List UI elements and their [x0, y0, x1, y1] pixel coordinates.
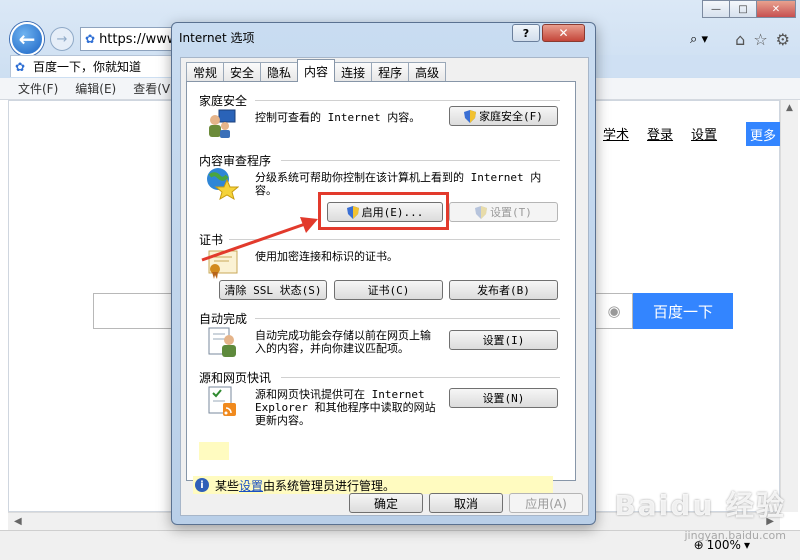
address-text: https://www [99, 31, 178, 47]
annotation-arrow [201, 217, 318, 262]
gear-icon[interactable]: ⚙ [776, 30, 790, 49]
feeds-description: 源和网页快讯提供可在 Internet Explorer 和其他程序中读取的网站… [255, 388, 436, 427]
divider [255, 318, 560, 319]
notice-suffix: 由系统管理员进行管理。 [263, 478, 396, 493]
uac-shield-icon [475, 205, 488, 219]
address-search-dropdown[interactable]: ⌕ ▾ [598, 27, 708, 51]
cancel-button[interactable]: 取消 [429, 493, 503, 513]
dialog-close-button[interactable]: ✕ [542, 24, 585, 42]
nav-link-settings[interactable]: 设置 [691, 124, 717, 143]
feeds-settings-button[interactable]: 设置(N) [449, 388, 558, 408]
dialog-title: Internet 选项 [179, 31, 255, 45]
scroll-left-arrow-icon[interactable]: ◀ [14, 516, 22, 527]
divider [281, 160, 560, 161]
publishers-button[interactable]: 发布者(B) [449, 280, 558, 300]
tab-programs[interactable]: 程序 [371, 62, 410, 82]
tab-strip-background [598, 55, 800, 77]
favorites-star-icon[interactable]: ☆ [753, 30, 767, 49]
internet-options-dialog: Internet 选项 ? ✕ 常规 安全 隐私 内容 连接 程序 高级 家庭安… [171, 22, 596, 525]
tab-title: 百度一下，你就知道 [33, 60, 142, 74]
clear-ssl-state-button[interactable]: 清除 SSL 状态(S) [219, 280, 327, 300]
baidu-paw-icon: ✿ [85, 32, 96, 46]
notice-settings-link[interactable]: 设置 [239, 477, 263, 494]
search-icon: ⌕ ▾ [690, 31, 708, 47]
watermark-url: jingyan.baidu.com [684, 529, 786, 542]
managed-settings-notice: i 某些 设置 由系统管理员进行管理。 [193, 476, 553, 494]
dialog-tabs: 常规 安全 隐私 内容 连接 程序 高级 [186, 59, 447, 82]
help-button[interactable]: ? [512, 24, 540, 42]
feeds-icon [205, 383, 239, 417]
family-safety-icon [205, 106, 239, 140]
baidu-search-input[interactable] [93, 293, 173, 329]
tab-advanced[interactable]: 高级 [408, 62, 447, 82]
minimize-button[interactable]: — [702, 0, 730, 18]
family-safety-button-label: 家庭安全(F) [479, 110, 543, 123]
info-strip-top [199, 442, 229, 460]
menu-view[interactable]: 查看(V) [133, 80, 175, 97]
autocomplete-settings-button[interactable]: 设置(I) [449, 330, 558, 350]
tab-general[interactable]: 常规 [186, 62, 225, 82]
apply-button: 应用(A) [509, 493, 583, 513]
browser-tab[interactable]: ✿ 百度一下，你就知道 [10, 55, 175, 77]
notice-prefix: 某些 [215, 478, 240, 493]
back-button[interactable]: ← [10, 22, 44, 56]
maximize-button[interactable]: □ [729, 0, 757, 18]
watermark-logo: Baidu 经验 [614, 489, 786, 522]
window-controls: — □ ✕ [702, 0, 796, 18]
forward-arrow-icon: → [56, 31, 68, 47]
uac-shield-icon [464, 109, 477, 123]
settings-button-label: 设置(T) [490, 206, 532, 219]
forward-button[interactable]: → [50, 27, 74, 51]
family-safety-description: 控制可查看的 Internet 内容。 [255, 111, 421, 124]
camera-icon: ◉ [607, 302, 621, 320]
nav-link-login[interactable]: 登录 [647, 124, 673, 143]
tab-security[interactable]: 安全 [223, 62, 262, 82]
ok-button[interactable]: 确定 [349, 493, 423, 513]
certificates-button[interactable]: 证书(C) [334, 280, 443, 300]
family-safety-button[interactable]: 家庭安全(F) [449, 106, 558, 126]
more-products-button[interactable]: 更多 [746, 122, 780, 146]
tab-connections[interactable]: 连接 [334, 62, 373, 82]
info-icon: i [195, 478, 209, 492]
content-advisor-settings-button: 设置(T) [449, 202, 558, 222]
scroll-up-arrow-icon[interactable]: ▲ [781, 100, 798, 117]
dialog-body: 常规 安全 隐私 内容 连接 程序 高级 家庭安全 控制可查看的 Interne [180, 57, 589, 516]
tab-privacy[interactable]: 隐私 [260, 62, 299, 82]
camera-search-button[interactable]: ◉ [596, 293, 633, 329]
menu-edit[interactable]: 编辑(E) [75, 80, 116, 97]
content-advisor-icon [205, 166, 240, 201]
divider [281, 377, 560, 378]
close-window-button[interactable]: ✕ [756, 0, 796, 18]
back-arrow-icon: ← [18, 27, 36, 51]
content-tab-panel: 家庭安全 控制可查看的 Internet 内容。 家庭安全(F) 内容审查程序 [186, 81, 576, 481]
nav-link-xueshu[interactable]: 学术 [603, 124, 629, 143]
annotation-highlight-box [318, 192, 449, 230]
address-bar[interactable]: ✿ https://www [80, 27, 178, 51]
autocomplete-icon [205, 324, 239, 358]
baidu-search-button[interactable]: 百度一下 [633, 293, 733, 329]
menu-file[interactable]: 文件(F) [18, 80, 58, 97]
status-bar: ⊕ 100% ▾ [0, 530, 800, 560]
tab-content[interactable]: 内容 [297, 59, 336, 82]
baidu-nav-links: 学术 登录 设置 [603, 124, 717, 143]
vertical-scrollbar[interactable]: ▲ [780, 100, 798, 512]
toolbar-icons: ⌂ ☆ ⚙ [735, 30, 790, 49]
baidu-paw-icon: ✿ [15, 59, 26, 74]
home-icon[interactable]: ⌂ [735, 30, 745, 49]
autocomplete-description: 自动完成功能会存储以前在网页上输入的内容，并向你建议匹配项。 [255, 329, 431, 355]
divider [255, 100, 560, 101]
